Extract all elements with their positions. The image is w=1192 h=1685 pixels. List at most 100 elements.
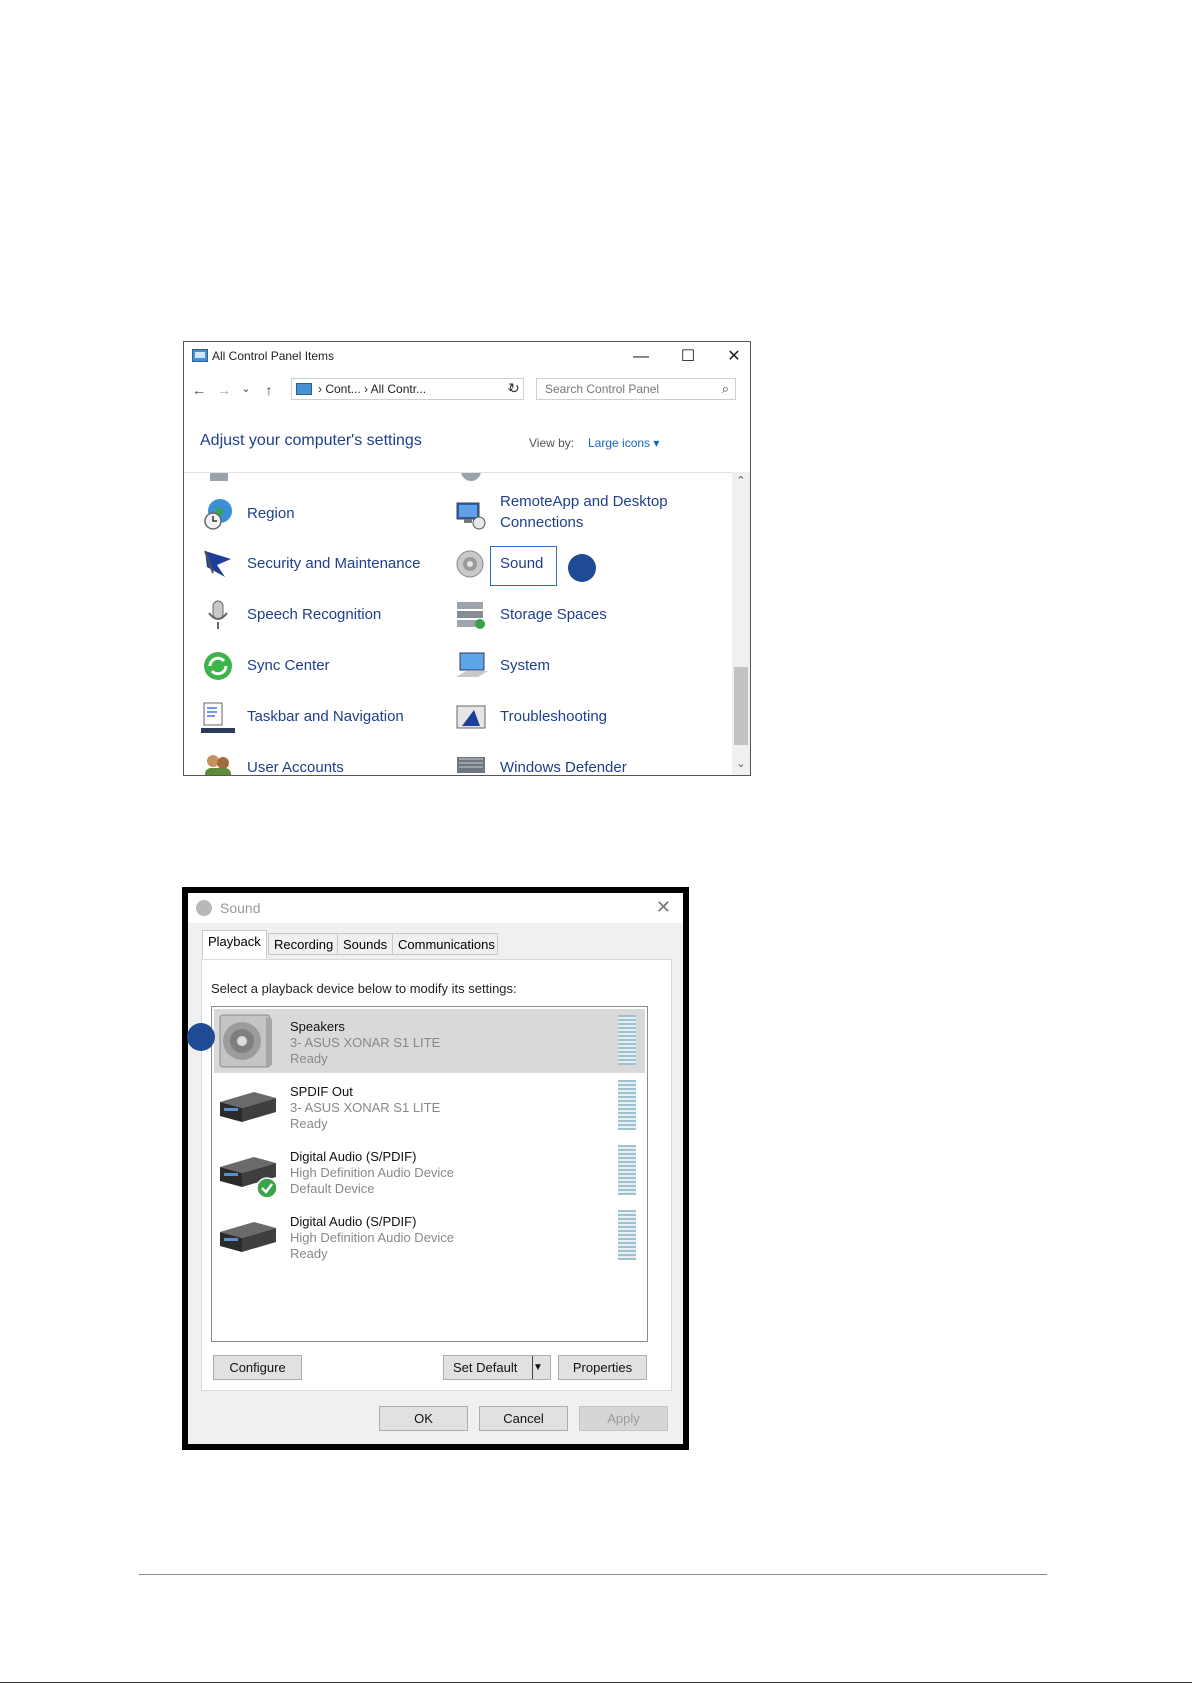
control-panel-item-taskbar[interactable]: Taskbar and Navigation bbox=[201, 696, 441, 736]
list-item[interactable] bbox=[457, 473, 657, 489]
control-panel-item-troubleshooting[interactable]: Troubleshooting bbox=[454, 696, 674, 736]
breadcrumb[interactable]: › Cont... › All Contr... bbox=[318, 382, 426, 396]
device-item-digital-audio[interactable]: Digital Audio (S/PDIF) High Definition A… bbox=[214, 1204, 645, 1268]
vertical-scrollbar[interactable]: ⌃ ⌄ bbox=[732, 472, 750, 775]
control-panel-icon bbox=[296, 383, 312, 395]
computer-icon bbox=[456, 652, 488, 677]
chevron-down-icon[interactable]: ▼ bbox=[532, 1356, 550, 1379]
item-label: Taskbar and Navigation bbox=[247, 708, 404, 725]
close-button[interactable]: ✕ bbox=[722, 346, 746, 368]
device-item-digital-audio-default[interactable]: Digital Audio (S/PDIF) High Definition A… bbox=[214, 1139, 645, 1203]
speakers-icon bbox=[219, 1014, 272, 1068]
remote-desktop-icon bbox=[456, 502, 486, 530]
tab-recording[interactable]: Recording bbox=[268, 933, 338, 955]
device-item-speakers[interactable]: Speakers 3- ASUS XONAR S1 LITE Ready bbox=[214, 1009, 645, 1073]
control-panel-item-speech[interactable]: Speech Recognition bbox=[201, 594, 421, 634]
item-label: Windows Defender bbox=[500, 759, 627, 776]
forward-arrow-icon[interactable]: → bbox=[215, 382, 233, 398]
back-arrow-icon[interactable]: ← bbox=[190, 382, 208, 398]
scrollbar-thumb[interactable] bbox=[734, 667, 748, 745]
scroll-up-icon[interactable]: ⌃ bbox=[732, 474, 750, 487]
control-panel-icon bbox=[192, 349, 208, 362]
item-icon bbox=[210, 473, 228, 481]
item-label-line-1: RemoteApp and Desktop bbox=[500, 493, 668, 510]
list-item[interactable] bbox=[204, 473, 404, 489]
device-status: Default Device bbox=[290, 1181, 375, 1196]
view-by-label: View by: bbox=[529, 436, 575, 450]
window-title: All Control Panel Items bbox=[212, 349, 335, 363]
step-marker bbox=[187, 1023, 215, 1051]
recent-locations-icon[interactable]: ⌄ bbox=[237, 382, 255, 395]
dialog-title: Sound bbox=[220, 900, 261, 916]
speaker-icon bbox=[456, 550, 484, 578]
control-panel-item-region[interactable]: Region bbox=[201, 493, 421, 533]
defender-icon bbox=[457, 757, 485, 773]
control-panel-item-security[interactable]: Security and Maintenance bbox=[201, 543, 441, 583]
set-default-button[interactable]: Set Default ▼ bbox=[443, 1355, 551, 1380]
properties-button[interactable]: Properties bbox=[558, 1355, 647, 1380]
step-marker bbox=[568, 554, 596, 582]
search-icon[interactable]: ⌕ bbox=[722, 381, 729, 397]
volume-meter bbox=[618, 1210, 636, 1260]
refresh-icon[interactable]: ↻ bbox=[508, 380, 520, 397]
speaker-icon bbox=[196, 900, 212, 916]
up-arrow-icon[interactable]: ↑ bbox=[260, 382, 278, 398]
tab-playback[interactable]: Playback bbox=[202, 930, 267, 959]
volume-meter bbox=[618, 1080, 636, 1130]
device-status: Ready bbox=[290, 1246, 328, 1261]
page-bottom-rule bbox=[0, 1682, 1192, 1683]
control-panel-item-storage[interactable]: Storage Spaces bbox=[454, 594, 674, 634]
sync-icon bbox=[204, 652, 232, 680]
footer-divider bbox=[139, 1574, 1047, 1575]
cancel-button[interactable]: Cancel bbox=[479, 1406, 568, 1431]
item-label-line-2: Connections bbox=[500, 514, 584, 531]
item-label: Sync Center bbox=[247, 657, 330, 674]
maximize-button[interactable]: ☐ bbox=[676, 346, 700, 368]
control-panel-item-defender[interactable]: Windows Defender bbox=[454, 747, 674, 776]
scroll-down-icon[interactable]: ⌄ bbox=[732, 757, 750, 770]
address-row: ← → ⌄ ↑ › Cont... › All Contr... ⌄ ↻ Sea… bbox=[184, 376, 750, 406]
control-panel-item-user-accounts[interactable]: User Accounts bbox=[201, 747, 421, 776]
instruction-text: Select a playback device below to modify… bbox=[211, 981, 517, 996]
device-status: Ready bbox=[290, 1051, 328, 1066]
default-check-icon bbox=[256, 1177, 278, 1199]
minimize-button[interactable]: — bbox=[629, 346, 653, 368]
users-icon bbox=[205, 755, 231, 775]
item-icon bbox=[461, 473, 481, 481]
device-name: SPDIF Out bbox=[290, 1084, 353, 1099]
control-panel-items: Region RemoteApp and Desktop Connections… bbox=[184, 472, 732, 776]
apply-button[interactable]: Apply bbox=[579, 1406, 668, 1431]
control-panel-item-sync[interactable]: Sync Center bbox=[201, 645, 421, 685]
tab-communications[interactable]: Communications bbox=[392, 933, 498, 955]
title-bar: All Control Panel Items — ☐ ✕ bbox=[184, 342, 750, 372]
search-placeholder: Search Control Panel bbox=[545, 382, 660, 396]
item-label: RemoteApp and Desktop Connections bbox=[500, 491, 668, 533]
control-panel-item-system[interactable]: System bbox=[454, 645, 674, 685]
item-label: Region bbox=[247, 505, 295, 522]
search-input[interactable]: Search Control Panel ⌕ bbox=[536, 378, 736, 400]
device-description: High Definition Audio Device bbox=[290, 1230, 455, 1245]
tab-sounds[interactable]: Sounds bbox=[337, 933, 393, 955]
configure-button[interactable]: Configure bbox=[213, 1355, 302, 1380]
ok-button[interactable]: OK bbox=[379, 1406, 468, 1431]
item-label: Troubleshooting bbox=[500, 708, 608, 725]
control-panel-item-remoteapp[interactable]: RemoteApp and Desktop Connections bbox=[454, 493, 714, 543]
address-bar[interactable]: › Cont... › All Contr... ⌄ bbox=[291, 378, 524, 400]
title-bar: Sound ✕ bbox=[188, 893, 683, 923]
volume-meter bbox=[618, 1145, 636, 1195]
spdif-device-icon bbox=[220, 1092, 276, 1122]
close-button[interactable]: ✕ bbox=[656, 897, 671, 918]
device-name: Speakers bbox=[290, 1019, 345, 1034]
spdif-device-icon bbox=[220, 1222, 276, 1252]
device-item-spdif-out[interactable]: SPDIF Out 3- ASUS XONAR S1 LITE Ready bbox=[214, 1074, 645, 1138]
device-description: High Definition Audio Device bbox=[290, 1165, 455, 1180]
globe-clock-icon bbox=[204, 499, 232, 530]
item-label: User Accounts bbox=[247, 759, 344, 776]
view-by-dropdown[interactable]: Large icons ▾ bbox=[588, 436, 659, 450]
sound-dialog-body: Sound ✕ Playback Recording Sounds Commun… bbox=[188, 893, 683, 1444]
control-panel-window: All Control Panel Items — ☐ ✕ ← → ⌄ ↑ › … bbox=[183, 341, 751, 776]
device-name: Digital Audio (S/PDIF) bbox=[290, 1214, 417, 1229]
item-label: System bbox=[500, 657, 551, 674]
item-label: Security and Maintenance bbox=[247, 555, 421, 572]
device-description: 3- ASUS XONAR S1 LITE bbox=[290, 1100, 441, 1115]
